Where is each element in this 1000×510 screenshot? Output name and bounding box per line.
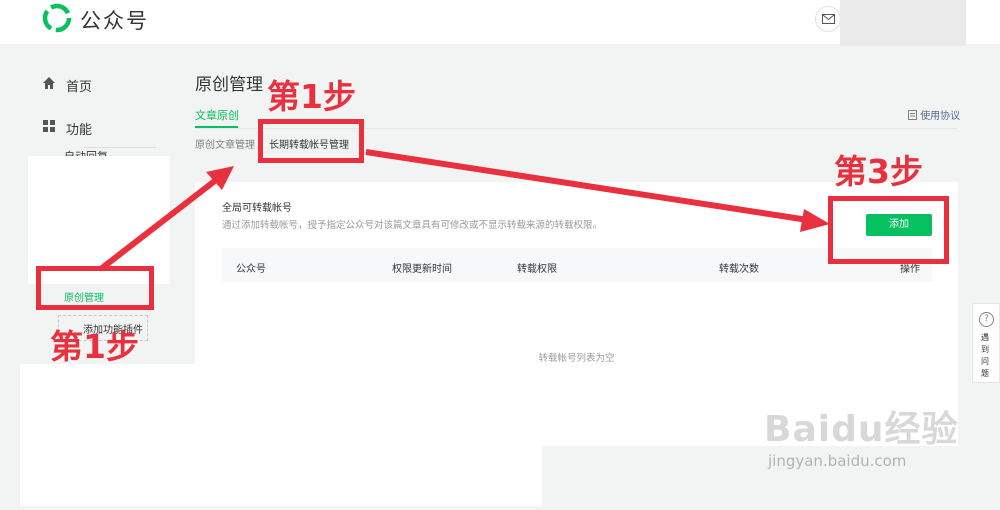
arrow-line	[100, 177, 218, 271]
annotation-step3: 第3步	[834, 152, 923, 191]
arrowhead-icon	[800, 209, 830, 232]
annotation-arrows	[100, 149, 830, 271]
annotation-step1-bottom: 第1步	[50, 327, 139, 366]
arrow-line	[365, 149, 809, 223]
annotation-step1-top: 第1步	[267, 77, 356, 116]
